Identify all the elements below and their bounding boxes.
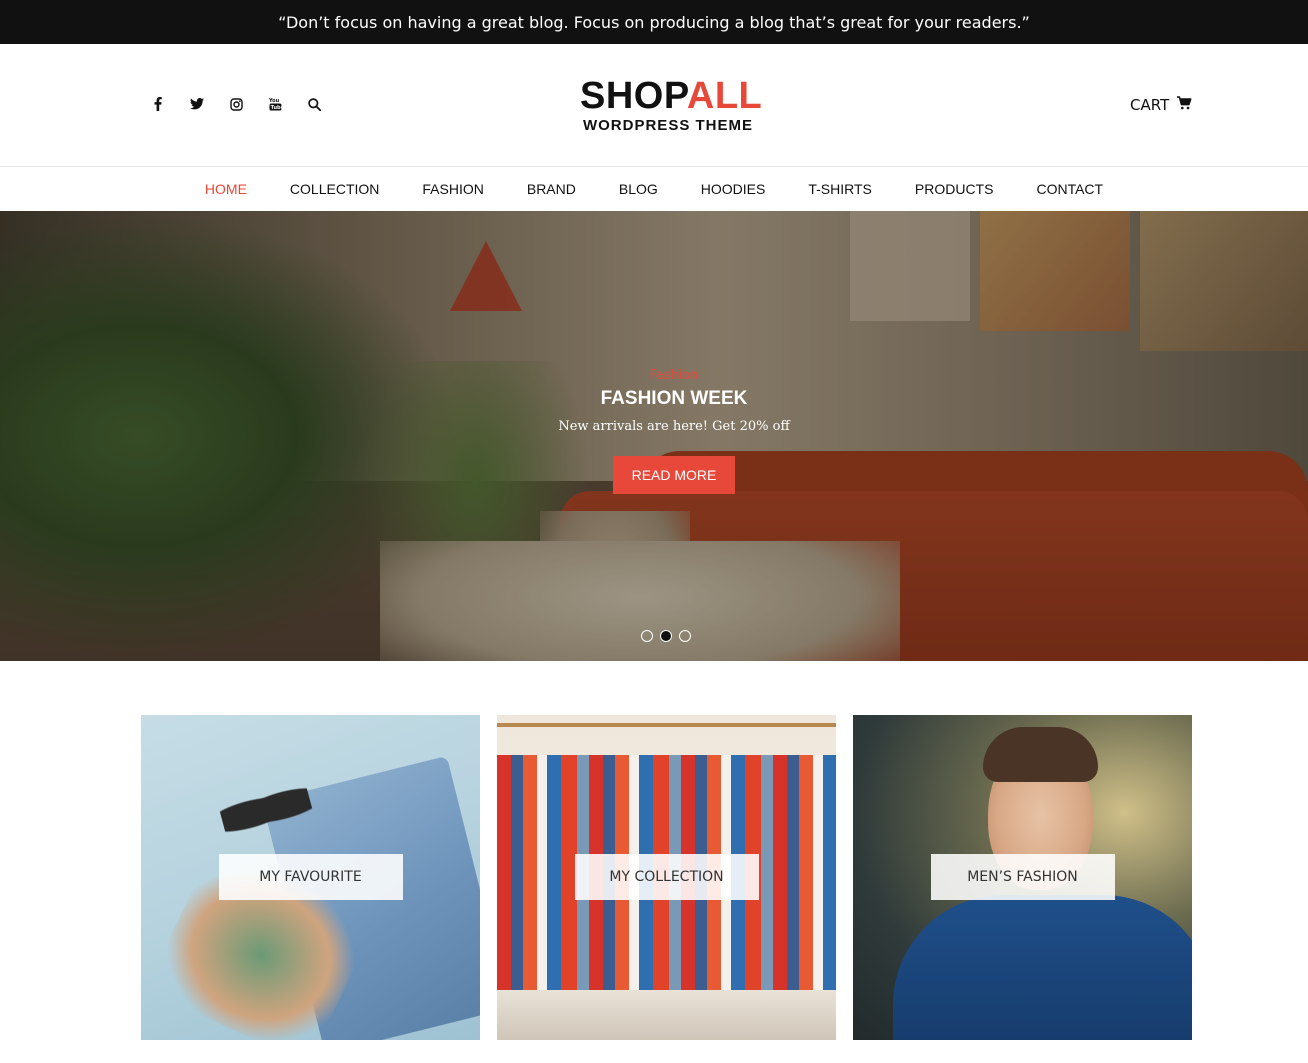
logo-word-all: ALL: [686, 75, 763, 117]
cart-link[interactable]: CART: [1130, 96, 1192, 114]
slider-dot-active[interactable]: [660, 630, 672, 642]
top-quote-text: “Don’t focus on having a great blog. Foc…: [278, 12, 1030, 32]
tile-image-floor: [497, 990, 836, 1040]
hero-caption: Fashion FASHION WEEK New arrivals are he…: [474, 368, 874, 494]
nav-item-blog[interactable]: BLOG: [619, 181, 658, 197]
hero-slider: Fashion FASHION WEEK New arrivals are he…: [0, 211, 1308, 661]
slider-dot[interactable]: [641, 630, 653, 642]
slider-dots: [641, 630, 691, 642]
tile-label[interactable]: MY COLLECTION: [574, 854, 759, 900]
youtube-icon[interactable]: YouTube: [267, 96, 283, 112]
tile-my-collection[interactable]: MY COLLECTION: [497, 715, 836, 1040]
cart-label: CART: [1130, 96, 1170, 114]
main-navigation: HOME COLLECTION FASHION BRAND BLOG HOODI…: [0, 166, 1308, 211]
svg-text:You: You: [269, 98, 280, 104]
tile-image-suit: [893, 895, 1192, 1040]
hero-description: New arrivals are here! Get 20% off: [558, 419, 790, 434]
tile-mens-fashion[interactable]: MEN’S FASHION: [853, 715, 1192, 1040]
site-header: YouTube SHOPALL WORDPRESS THEME CART: [0, 44, 1308, 166]
slider-dot[interactable]: [679, 630, 691, 642]
logo-word-shop: SHOP: [580, 75, 687, 117]
nav-item-products[interactable]: PRODUCTS: [915, 181, 994, 197]
read-more-button[interactable]: READ MORE: [612, 456, 736, 494]
tile-my-favourite[interactable]: MY FAVOURITE: [141, 715, 480, 1040]
nav-item-hoodies[interactable]: HOODIES: [701, 181, 766, 197]
nav-item-collection[interactable]: COLLECTION: [290, 181, 379, 197]
nav-item-contact[interactable]: CONTACT: [1036, 181, 1103, 197]
svg-text:Tube: Tube: [270, 105, 281, 111]
facebook-icon[interactable]: [150, 96, 166, 112]
site-logo[interactable]: SHOPALL WORDPRESS THEME: [580, 75, 762, 135]
tile-image-hair: [983, 727, 1098, 782]
logo-wordmark: SHOPALL: [580, 75, 762, 117]
nav-item-home[interactable]: HOME: [205, 181, 247, 197]
social-links: YouTube: [150, 96, 322, 112]
nav-item-brand[interactable]: BRAND: [527, 181, 576, 197]
category-tiles: MY FAVOURITE MY COLLECTION MEN’S FASHION: [141, 715, 1193, 1040]
logo-subtitle: WORDPRESS THEME: [582, 117, 753, 134]
nav-item-fashion[interactable]: FASHION: [422, 181, 483, 197]
twitter-icon[interactable]: [189, 96, 205, 112]
tile-image-rail: [497, 723, 836, 727]
instagram-icon[interactable]: [228, 96, 244, 112]
search-icon[interactable]: [306, 96, 322, 112]
hero-category[interactable]: Fashion: [474, 368, 874, 383]
tile-label[interactable]: MEN’S FASHION: [930, 854, 1115, 900]
hero-title: FASHION WEEK: [600, 388, 748, 409]
tile-label[interactable]: MY FAVOURITE: [218, 854, 403, 900]
nav-item-tshirts[interactable]: T-SHIRTS: [808, 181, 872, 197]
top-quote-bar: “Don’t focus on having a great blog. Foc…: [0, 0, 1308, 44]
cart-icon: [1177, 96, 1192, 114]
